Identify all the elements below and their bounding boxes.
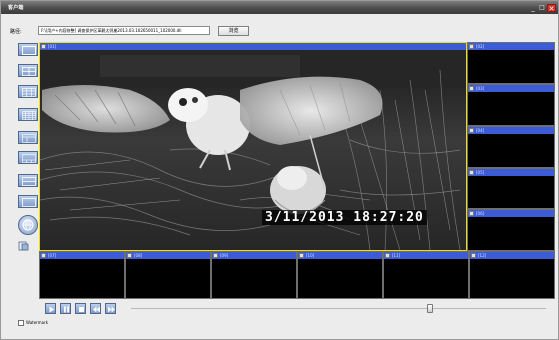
channel-header: [06] xyxy=(468,210,554,217)
layout-2x2-icon[interactable] xyxy=(18,64,38,77)
rewind-icon[interactable] xyxy=(90,303,101,314)
channel-label: [10] xyxy=(306,253,315,258)
channel-header: [07] xyxy=(40,252,124,259)
camera-icon xyxy=(213,253,218,258)
channel-label: [01] xyxy=(48,44,57,49)
channel-12[interactable]: [12] xyxy=(469,251,555,299)
layout-1x4-icon[interactable] xyxy=(18,174,38,187)
minimize-icon[interactable]: _ xyxy=(529,4,537,12)
pause-icon[interactable] xyxy=(60,303,71,314)
channel-11[interactable]: [11] xyxy=(383,251,469,299)
channel-05[interactable]: [05] xyxy=(467,168,555,209)
channel-07[interactable]: [07] xyxy=(39,251,125,299)
browse-button[interactable]: 浏览 xyxy=(218,26,249,36)
channel-header: [11] xyxy=(384,252,468,259)
channel-header: [10] xyxy=(298,252,382,259)
layout-6x6-icon[interactable] xyxy=(18,151,38,164)
camera-icon xyxy=(469,44,474,49)
seek-track[interactable] xyxy=(131,308,546,309)
channel-08[interactable]: [08] xyxy=(125,251,211,299)
channel-header: [01] xyxy=(40,43,466,50)
fast-forward-icon[interactable] xyxy=(105,303,116,314)
channel-header: [03] xyxy=(468,85,554,92)
layout-4x4-icon[interactable] xyxy=(18,108,38,121)
path-label: 路径: xyxy=(10,29,22,35)
camera-icon xyxy=(127,253,132,258)
camera-icon xyxy=(469,211,474,216)
layout-1x1-icon[interactable] xyxy=(18,43,38,56)
stop-icon[interactable] xyxy=(75,303,86,314)
channel-header: [08] xyxy=(126,252,210,259)
channel-label: [08] xyxy=(134,253,143,258)
channel-label: [06] xyxy=(476,211,485,216)
layout-5x5-icon[interactable] xyxy=(18,131,38,144)
seek-thumb[interactable] xyxy=(426,304,433,313)
channel-label: [03] xyxy=(476,86,485,91)
camera-icon xyxy=(299,253,304,258)
play-icon[interactable] xyxy=(45,303,56,314)
watermark-checkbox[interactable] xyxy=(18,320,24,326)
watermark-label: Watermark xyxy=(26,320,49,325)
player-window: 客户端 _ □ ✕ 路径: F:\[用户+内容修整] 调查保护区革鹳太鸮巢201… xyxy=(0,0,559,340)
path-row: 路径: F:\[用户+内容修整] 调查保护区革鹳太鸮巢2013.03.10265… xyxy=(1,23,558,37)
camera-icon xyxy=(471,253,476,258)
channel-header: [02] xyxy=(468,43,554,50)
file-icon[interactable] xyxy=(18,241,29,251)
channel-main[interactable]: [01] 3/11/2013 18:27:20 xyxy=(39,42,467,251)
channel-02[interactable]: [02] xyxy=(467,42,555,84)
channel-label: [11] xyxy=(392,253,401,258)
channel-header: [04] xyxy=(468,127,554,134)
timestamp-overlay: 3/11/2013 18:27:20 xyxy=(262,210,427,225)
maximize-icon[interactable]: □ xyxy=(538,4,546,12)
layout-2x8-icon[interactable] xyxy=(18,195,38,208)
channel-label: [07] xyxy=(48,253,57,258)
channel-header: [05] xyxy=(468,169,554,176)
layout-3x3-icon[interactable] xyxy=(18,85,38,98)
camera-icon xyxy=(469,170,474,175)
channel-header: [09] xyxy=(212,252,296,259)
channel-label: [02] xyxy=(476,44,485,49)
channel-04[interactable]: [04] xyxy=(467,126,555,168)
path-input[interactable]: F:\[用户+内容修整] 调查保护区革鹳太鸮巢2013.03.102650011… xyxy=(38,26,210,35)
channel-label: [05] xyxy=(476,170,485,175)
camera-icon xyxy=(385,253,390,258)
video-grid: [01] 3/11/2013 18:27:20 [02] [03] [04] [… xyxy=(39,42,555,299)
channel-header: [12] xyxy=(470,252,554,259)
channel-10[interactable]: [10] xyxy=(297,251,383,299)
channel-label: [12] xyxy=(478,253,487,258)
camera-icon xyxy=(469,128,474,133)
channel-09[interactable]: [09] xyxy=(211,251,297,299)
channel-03[interactable]: [03] xyxy=(467,84,555,126)
close-icon[interactable]: ✕ xyxy=(547,4,556,13)
camera-icon xyxy=(41,44,46,49)
channel-label: [04] xyxy=(476,128,485,133)
channel-06[interactable]: [06] xyxy=(467,209,555,251)
channel-label: [09] xyxy=(220,253,229,258)
camera-icon xyxy=(41,253,46,258)
globe-icon[interactable] xyxy=(18,215,38,235)
window-title: 客户端 xyxy=(8,5,24,11)
title-bar[interactable]: 客户端 _ □ ✕ xyxy=(1,1,558,14)
camera-icon xyxy=(469,86,474,91)
